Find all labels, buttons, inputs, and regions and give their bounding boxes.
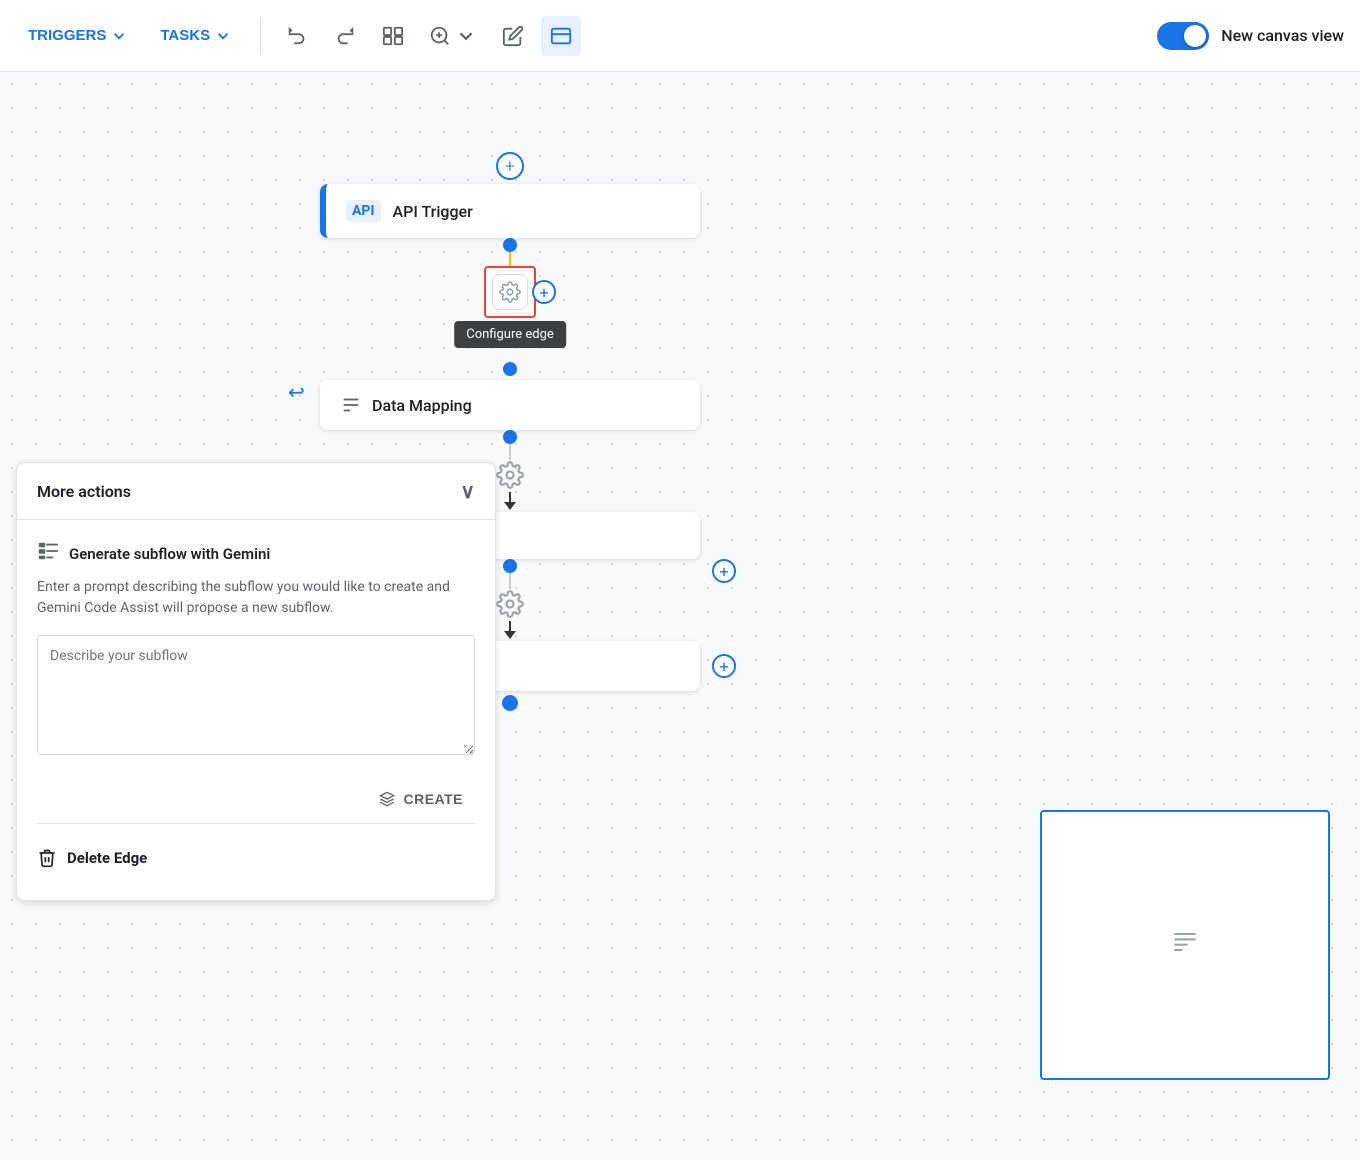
undo-icon <box>286 25 308 47</box>
more-actions-panel: More actions ∨ Generate subflow with Gem… <box>16 462 496 901</box>
toolbar-divider-1 <box>260 18 261 54</box>
add-right-button[interactable]: + <box>532 280 556 304</box>
redo-button[interactable] <box>325 16 365 56</box>
more-actions-content: Generate subflow with Gemini Enter a pro… <box>17 520 495 900</box>
zoom-button[interactable] <box>421 16 485 56</box>
toolbar: TRIGGERS TASKS ✓ <box>0 0 1360 72</box>
subflow-textarea[interactable] <box>37 635 475 755</box>
canvas-icon <box>550 25 572 47</box>
gear-configure-icon <box>492 274 528 310</box>
edit-button[interactable] <box>493 16 533 56</box>
zoom-icon <box>429 25 451 47</box>
arrow-head <box>504 502 516 510</box>
edit-icon <box>502 25 524 47</box>
more-actions-header: More actions ∨ <box>17 463 495 520</box>
delete-edge-label: Delete Edge <box>67 849 147 867</box>
tasks-label: TASKS <box>160 27 210 44</box>
create-icon <box>379 791 395 807</box>
new-canvas-toggle-container: ✓ New canvas view <box>1157 22 1344 50</box>
back-arrow-icon: ↩ <box>288 380 305 404</box>
redo-icon <box>334 25 356 47</box>
data-mapping-node[interactable]: Data Mapping <box>320 380 700 430</box>
middle-gear-icon <box>495 460 525 490</box>
delete-edge-row[interactable]: Delete Edge <box>37 836 475 880</box>
add-top-button[interactable]: + <box>496 152 524 180</box>
gemini-section: Generate subflow with Gemini Enter a pro… <box>37 540 475 759</box>
mini-canvas-icon <box>1169 926 1201 965</box>
create-label: CREATE <box>403 791 463 807</box>
canvas-view-button[interactable] <box>541 16 581 56</box>
new-canvas-label: New canvas view <box>1221 26 1344 45</box>
add-data-mapping-1-button[interactable]: + <box>712 654 736 678</box>
edge-configure-wrapper: Configure edge + <box>484 266 536 376</box>
connector-dot-4 <box>503 559 517 573</box>
connector-dot-final <box>502 695 518 711</box>
api-trigger-node[interactable]: API API Trigger <box>320 184 700 238</box>
mini-canvas-preview <box>1040 810 1330 1080</box>
toggle-thumb <box>1184 25 1206 47</box>
connector-dot-2 <box>503 362 517 376</box>
trash-icon <box>37 848 57 868</box>
create-btn-row: CREATE <box>37 775 475 824</box>
data-mapping-icon <box>340 394 362 416</box>
gemini-icon <box>37 540 59 567</box>
connector-dot-3 <box>503 430 517 444</box>
create-button[interactable]: CREATE <box>367 783 475 815</box>
gemini-title-text: Generate subflow with Gemini <box>69 545 270 563</box>
triggers-chevron-icon <box>110 27 128 45</box>
connector-dot-1 <box>503 238 517 252</box>
layout-button[interactable] <box>373 16 413 56</box>
api-badge: API <box>346 200 381 222</box>
triggers-button[interactable]: TRIGGERS <box>16 21 140 51</box>
data-mapping-title: Data Mapping <box>372 396 472 415</box>
api-trigger-title: API Trigger <box>393 202 473 221</box>
toggle-track: ✓ <box>1157 22 1209 50</box>
tasks-chevron-icon <box>214 27 232 45</box>
triggers-label: TRIGGERS <box>28 27 106 44</box>
bottom-gear-icon <box>495 589 525 619</box>
gemini-title-row: Generate subflow with Gemini <box>37 540 475 567</box>
more-actions-title: More actions <box>37 482 131 501</box>
more-actions-chevron-icon[interactable]: ∨ <box>460 479 475 503</box>
connector-line-orange-1 <box>509 252 511 266</box>
configure-edge-tooltip: Configure edge <box>454 321 566 348</box>
gemini-description: Enter a prompt describing the subflow yo… <box>37 577 475 619</box>
arrow-line <box>509 492 511 502</box>
add-connectors-button[interactable]: + <box>712 559 736 583</box>
new-canvas-toggle[interactable]: ✓ <box>1157 22 1209 50</box>
canvas-area[interactable]: + API API Trigger Configure edge <box>0 72 1360 1160</box>
connector-line-2 <box>509 444 511 460</box>
zoom-chevron-icon <box>455 25 477 47</box>
tasks-button[interactable]: TASKS <box>148 21 244 51</box>
connector-line-3 <box>509 573 511 589</box>
edge-configure-box[interactable]: Configure edge + <box>484 266 536 318</box>
layout-icon <box>382 25 404 47</box>
resize-indicator: ⤡ <box>463 742 473 757</box>
undo-button[interactable] <box>277 16 317 56</box>
